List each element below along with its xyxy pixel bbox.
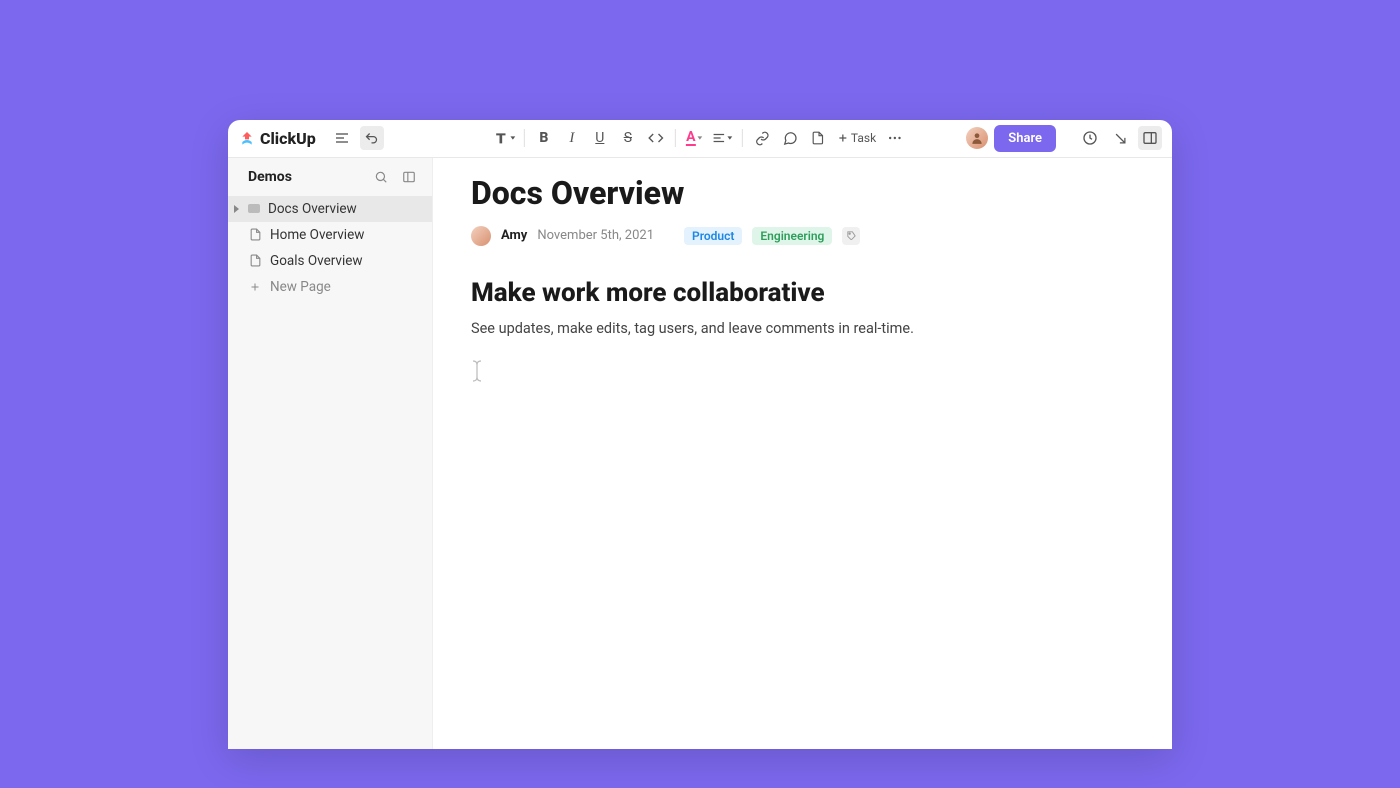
tag-product[interactable]: Product: [684, 227, 742, 245]
doc-paragraph[interactable]: See updates, make edits, tag users, and …: [471, 318, 1134, 340]
sidebar-item-label: Goals Overview: [270, 253, 363, 269]
plus-icon: [248, 280, 262, 294]
brand-logo[interactable]: ClickUp: [238, 129, 316, 148]
align-dropdown[interactable]: [710, 126, 736, 150]
sidebar-collapse-button[interactable]: [398, 166, 420, 188]
add-task-button[interactable]: Task: [833, 126, 880, 150]
text-cursor-icon: [471, 359, 1134, 383]
panel-toggle-button[interactable]: [1138, 126, 1162, 150]
app-window: ClickUp B I U S A: [228, 120, 1172, 749]
page-list: Docs Overview Home Overview Goals Overvi…: [228, 196, 432, 300]
tag-engineering[interactable]: Engineering: [752, 227, 832, 245]
history-button[interactable]: [1078, 126, 1102, 150]
link-button[interactable]: [749, 126, 775, 150]
sidebar-item-docs-overview[interactable]: Docs Overview: [228, 196, 432, 222]
text-style-dropdown[interactable]: [492, 126, 518, 150]
strikethrough-button[interactable]: S: [615, 126, 641, 150]
formatting-toolbar: B I U S A: [492, 120, 908, 158]
more-options-button[interactable]: [882, 126, 908, 150]
sidebar-item-home-overview[interactable]: Home Overview: [228, 222, 432, 248]
toolbar-divider: [524, 129, 525, 147]
sidebar-item-label: Docs Overview: [268, 201, 357, 217]
doc-meta: Amy November 5th, 2021 Product Engineeri…: [471, 226, 1134, 246]
expand-button[interactable]: [1108, 126, 1132, 150]
toolbar-divider: [742, 129, 743, 147]
doc-icon: [248, 204, 260, 213]
comment-button[interactable]: [777, 126, 803, 150]
doc-date: November 5th, 2021: [537, 228, 654, 243]
doc-editor[interactable]: Docs Overview Amy November 5th, 2021 Pro…: [433, 158, 1172, 749]
attach-doc-button[interactable]: [805, 126, 831, 150]
italic-button[interactable]: I: [559, 126, 585, 150]
current-user-avatar[interactable]: [966, 127, 988, 149]
author-name: Amy: [501, 228, 527, 243]
sidebar-item-label: Home Overview: [270, 227, 364, 243]
sidebar-new-page[interactable]: New Page: [228, 274, 432, 300]
undo-button[interactable]: [360, 126, 384, 150]
caret-icon: [234, 205, 239, 213]
author-avatar[interactable]: [471, 226, 491, 246]
text-color-dropdown[interactable]: A: [682, 126, 708, 150]
toolbar-divider: [675, 129, 676, 147]
sidebar-new-page-label: New Page: [270, 279, 331, 295]
add-tag-button[interactable]: [842, 227, 860, 245]
code-button[interactable]: [643, 126, 669, 150]
page-icon: [248, 254, 262, 268]
underline-button[interactable]: U: [587, 126, 613, 150]
menu-toggle-button[interactable]: [330, 126, 354, 150]
topbar: ClickUp B I U S A: [228, 120, 1172, 158]
sidebar-title: Demos: [248, 169, 364, 185]
sidebar-search-button[interactable]: [370, 166, 392, 188]
add-task-label: Task: [851, 131, 876, 145]
sidebar-item-goals-overview[interactable]: Goals Overview: [228, 248, 432, 274]
app-body: Demos Docs Overview Home: [228, 158, 1172, 749]
share-button[interactable]: Share: [994, 125, 1056, 152]
doc-heading[interactable]: Make work more collaborative: [471, 278, 1134, 308]
sidebar-header: Demos: [228, 158, 432, 196]
clickup-logo-icon: [238, 129, 256, 147]
bold-button[interactable]: B: [531, 126, 557, 150]
page-icon: [248, 228, 262, 242]
doc-title[interactable]: Docs Overview: [471, 174, 1134, 212]
brand-name: ClickUp: [260, 129, 316, 148]
topbar-right: Share: [966, 125, 1162, 152]
sidebar: Demos Docs Overview Home: [228, 158, 433, 749]
